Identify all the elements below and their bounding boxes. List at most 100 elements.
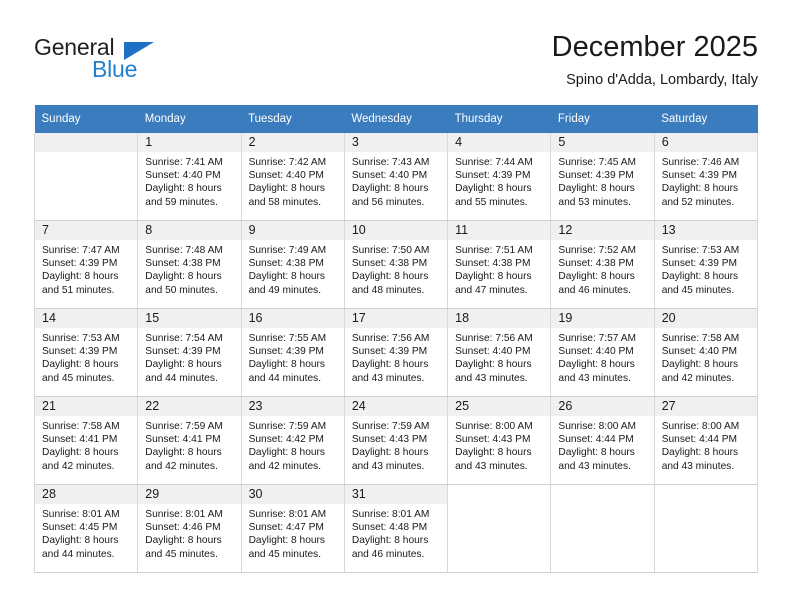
calendar-day-cell[interactable]: 1 Sunrise: 7:41 AM Sunset: 4:40 PM Daylight… bbox=[137, 133, 242, 221]
day-details: Sunrise: 8:01 AM Sunset: 4:47 PM Daylight:… bbox=[242, 504, 344, 561]
calendar-day-cell[interactable]: 19 Sunrise: 7:57 AM Sunset: 4:40 PM Dayligh… bbox=[550, 308, 655, 397]
day-number: 31 bbox=[344, 485, 448, 504]
calendar-day-cell[interactable]: 3 Sunrise: 7:43 AM Sunset: 4:40 PM Daylight… bbox=[343, 133, 449, 221]
calendar-week-row: 14 Sunrise: 7:53 AM Sunset: 4:39 PM Dayligh… bbox=[33, 308, 759, 397]
calendar-day-cell[interactable]: 26 Sunrise: 8:00 AM Sunset: 4:44 PM Dayligh… bbox=[550, 396, 655, 485]
sunrise-time: Sunrise: 8:00 AM bbox=[558, 421, 636, 432]
calendar-day-cell[interactable]: 20 Sunrise: 7:58 AM Sunset: 4:40 PM Dayligh… bbox=[653, 308, 759, 397]
day-number: 26 bbox=[551, 397, 654, 416]
sunrise-time: Sunrise: 7:59 AM bbox=[145, 421, 223, 432]
calendar-day-cell[interactable]: 30 Sunrise: 8:01 AM Sunset: 4:47 PM Dayligh… bbox=[240, 484, 345, 573]
calendar-day-cell[interactable]: 14 Sunrise: 7:53 AM Sunset: 4:39 PM Dayligh… bbox=[33, 308, 139, 397]
sunrise-time: Sunrise: 7:41 AM bbox=[145, 157, 223, 168]
calendar-day-cell[interactable]: 31 Sunrise: 8:01 AM Sunset: 4:48 PM Dayligh… bbox=[343, 484, 449, 573]
calendar-day-cell[interactable]: 22 Sunrise: 7:59 AM Sunset: 4:41 PM Dayligh… bbox=[137, 396, 242, 485]
sunrise-time: Sunrise: 8:00 AM bbox=[455, 421, 533, 432]
sunset-time: Sunset: 4:48 PM bbox=[351, 522, 428, 534]
daylight-line-2: and 47 minutes. bbox=[455, 284, 528, 296]
daylight-line-2: and 45 minutes. bbox=[42, 372, 115, 384]
daylight-line-2: and 53 minutes. bbox=[558, 196, 631, 208]
sunrise-time: Sunrise: 8:00 AM bbox=[661, 421, 740, 432]
daylight-line-1: Daylight: 8 hours bbox=[42, 447, 119, 459]
sunset-time: Sunset: 4:40 PM bbox=[455, 346, 531, 358]
day-number: 14 bbox=[35, 309, 138, 328]
daylight-line-1: Daylight: 8 hours bbox=[661, 359, 739, 371]
day-details: Sunrise: 7:56 AM Sunset: 4:39 PM Daylight:… bbox=[345, 328, 447, 385]
calendar-day-cell[interactable]: 12 Sunrise: 7:52 AM Sunset: 4:38 PM Dayligh… bbox=[550, 220, 655, 309]
weekday-header-thursday: Thursday bbox=[447, 105, 551, 133]
daylight-line-1: Daylight: 8 hours bbox=[248, 447, 326, 459]
sunrise-time: Sunrise: 7:55 AM bbox=[248, 333, 327, 344]
calendar-day-cell[interactable]: 2 Sunrise: 7:42 AM Sunset: 4:40 PM Daylight… bbox=[240, 133, 345, 221]
calendar-day-cell[interactable]: 25 Sunrise: 8:00 AM Sunset: 4:43 PM Dayligh… bbox=[447, 396, 552, 485]
day-number bbox=[448, 485, 551, 504]
day-details: Sunrise: 7:59 AM Sunset: 4:42 PM Daylight:… bbox=[242, 416, 344, 473]
daylight-line-2: and 42 minutes. bbox=[661, 372, 735, 384]
sunset-time: Sunset: 4:39 PM bbox=[558, 170, 634, 182]
day-details: Sunrise: 7:53 AM Sunset: 4:39 PM Daylight:… bbox=[35, 328, 137, 385]
sunrise-time: Sunrise: 8:01 AM bbox=[351, 509, 430, 520]
day-details: Sunrise: 7:49 AM Sunset: 4:38 PM Daylight:… bbox=[242, 240, 344, 297]
day-number: 5 bbox=[551, 133, 654, 152]
day-details: Sunrise: 7:48 AM Sunset: 4:38 PM Daylight:… bbox=[138, 240, 240, 297]
day-details: Sunrise: 8:00 AM Sunset: 4:43 PM Daylight:… bbox=[448, 416, 550, 473]
day-details: Sunrise: 7:59 AM Sunset: 4:41 PM Daylight:… bbox=[138, 416, 240, 473]
calendar-day-cell[interactable]: 4 Sunrise: 7:44 AM Sunset: 4:39 PM Daylight… bbox=[447, 133, 552, 221]
daylight-line-1: Daylight: 8 hours bbox=[661, 183, 739, 195]
calendar-day-cell[interactable]: 16 Sunrise: 7:55 AM Sunset: 4:39 PM Dayligh… bbox=[240, 308, 345, 397]
daylight-line-1: Daylight: 8 hours bbox=[351, 183, 429, 195]
daylight-line-2: and 43 minutes. bbox=[455, 460, 528, 472]
calendar-day-cell[interactable]: 9 Sunrise: 7:49 AM Sunset: 4:38 PM Daylight… bbox=[240, 220, 345, 309]
sunrise-time: Sunrise: 8:01 AM bbox=[145, 509, 223, 520]
calendar-day-cell[interactable]: 8 Sunrise: 7:48 AM Sunset: 4:38 PM Daylight… bbox=[137, 220, 242, 309]
daylight-line-2: and 48 minutes. bbox=[351, 284, 425, 296]
day-number: 18 bbox=[448, 309, 551, 328]
weekday-header-friday: Friday bbox=[550, 105, 655, 133]
sunset-time: Sunset: 4:45 PM bbox=[42, 522, 118, 534]
sunrise-time: Sunrise: 7:49 AM bbox=[248, 245, 327, 256]
calendar-day-cell[interactable]: 27 Sunrise: 8:00 AM Sunset: 4:44 PM Dayligh… bbox=[653, 396, 759, 485]
day-details: Sunrise: 7:47 AM Sunset: 4:39 PM Daylight:… bbox=[35, 240, 137, 297]
calendar-day-cell[interactable]: 21 Sunrise: 7:58 AM Sunset: 4:41 PM Dayligh… bbox=[33, 396, 139, 485]
day-details: Sunrise: 8:00 AM Sunset: 4:44 PM Daylight:… bbox=[655, 416, 757, 473]
daylight-line-2: and 58 minutes. bbox=[248, 196, 322, 208]
sunrise-time: Sunrise: 7:59 AM bbox=[351, 421, 430, 432]
day-number: 29 bbox=[138, 485, 241, 504]
general-blue-logo[interactable]: General Blue bbox=[34, 34, 214, 92]
sunset-time: Sunset: 4:39 PM bbox=[42, 346, 118, 358]
calendar-page: General Blue December 2025 Spino d'Adda,… bbox=[0, 0, 792, 612]
calendar-day-cell[interactable]: 10 Sunrise: 7:50 AM Sunset: 4:38 PM Dayligh… bbox=[343, 220, 449, 309]
calendar-day-cell[interactable]: 6 Sunrise: 7:46 AM Sunset: 4:39 PM Daylight… bbox=[653, 133, 759, 221]
day-number: 30 bbox=[241, 485, 344, 504]
calendar-day-cell[interactable]: 13 Sunrise: 7:53 AM Sunset: 4:39 PM Dayligh… bbox=[653, 220, 759, 309]
sunset-time: Sunset: 4:43 PM bbox=[351, 434, 428, 446]
sunrise-time: Sunrise: 7:47 AM bbox=[42, 245, 120, 256]
sunset-time: Sunset: 4:38 PM bbox=[351, 258, 428, 270]
daylight-line-2: and 43 minutes. bbox=[455, 372, 528, 384]
day-details: Sunrise: 7:51 AM Sunset: 4:38 PM Daylight:… bbox=[448, 240, 550, 297]
daylight-line-2: and 59 minutes. bbox=[145, 196, 218, 208]
day-details: Sunrise: 7:52 AM Sunset: 4:38 PM Daylight:… bbox=[551, 240, 653, 297]
calendar-day-cell[interactable]: 5 Sunrise: 7:45 AM Sunset: 4:39 PM Daylight… bbox=[550, 133, 655, 221]
daylight-line-2: and 45 minutes. bbox=[145, 548, 218, 560]
sunrise-time: Sunrise: 7:50 AM bbox=[351, 245, 430, 256]
calendar-day-cell[interactable]: 29 Sunrise: 8:01 AM Sunset: 4:46 PM Dayligh… bbox=[137, 484, 242, 573]
calendar-day-cell[interactable]: 18 Sunrise: 7:56 AM Sunset: 4:40 PM Dayligh… bbox=[447, 308, 552, 397]
sunset-time: Sunset: 4:40 PM bbox=[145, 170, 221, 182]
calendar-day-cell[interactable]: 17 Sunrise: 7:56 AM Sunset: 4:39 PM Dayligh… bbox=[343, 308, 449, 397]
sunrise-time: Sunrise: 8:01 AM bbox=[248, 509, 327, 520]
calendar-day-cell[interactable]: 15 Sunrise: 7:54 AM Sunset: 4:39 PM Dayligh… bbox=[137, 308, 242, 397]
calendar-day-cell[interactable]: 28 Sunrise: 8:01 AM Sunset: 4:45 PM Dayligh… bbox=[33, 484, 139, 573]
sunrise-time: Sunrise: 7:58 AM bbox=[661, 333, 740, 344]
calendar-day-cell[interactable]: 24 Sunrise: 7:59 AM Sunset: 4:43 PM Dayligh… bbox=[343, 396, 449, 485]
daylight-line-1: Daylight: 8 hours bbox=[558, 447, 635, 459]
calendar-day-cell[interactable]: 23 Sunrise: 7:59 AM Sunset: 4:42 PM Dayligh… bbox=[240, 396, 345, 485]
calendar-body: 1 Sunrise: 7:41 AM Sunset: 4:40 PM Daylight… bbox=[33, 133, 759, 573]
daylight-line-1: Daylight: 8 hours bbox=[351, 535, 429, 547]
calendar-day-cell[interactable]: 7 Sunrise: 7:47 AM Sunset: 4:39 PM Daylight… bbox=[33, 220, 139, 309]
calendar-day-cell[interactable]: 11 Sunrise: 7:51 AM Sunset: 4:38 PM Dayligh… bbox=[447, 220, 552, 309]
day-details: Sunrise: 7:57 AM Sunset: 4:40 PM Daylight:… bbox=[551, 328, 653, 385]
day-details: Sunrise: 7:59 AM Sunset: 4:43 PM Daylight:… bbox=[345, 416, 447, 473]
daylight-line-2: and 43 minutes. bbox=[351, 460, 425, 472]
daylight-line-1: Daylight: 8 hours bbox=[248, 183, 326, 195]
